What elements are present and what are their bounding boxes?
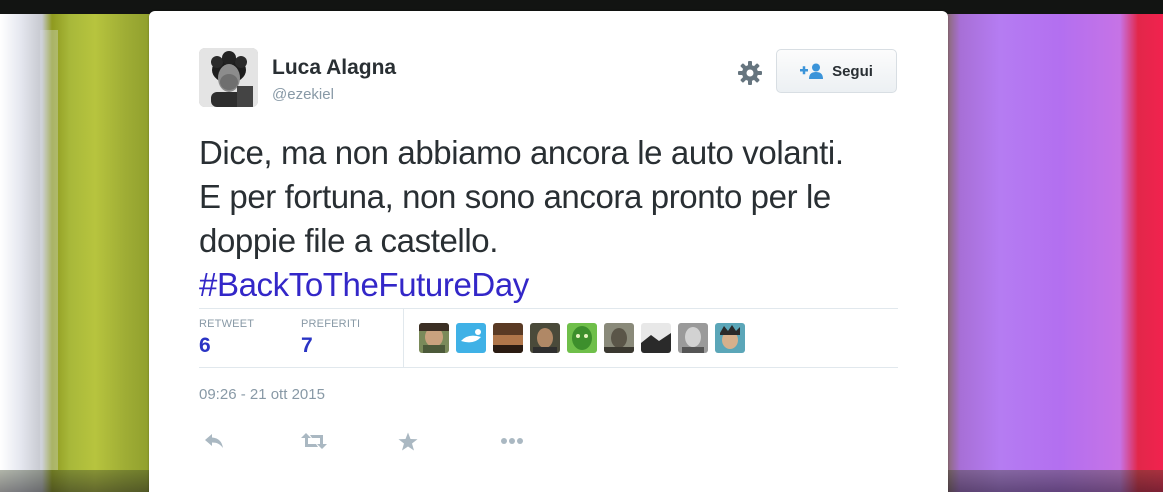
tweet-text-line: E per fortuna, non sono ancora pronto pe… (199, 178, 831, 215)
background-stripe (40, 30, 58, 470)
favoriter-avatar[interactable] (530, 323, 560, 353)
favoriter-avatar[interactable] (456, 323, 486, 353)
favoriter-avatar[interactable] (678, 323, 708, 353)
author-avatar-photo (199, 48, 258, 107)
retweet-stat-label: RETWEET (199, 318, 255, 330)
favoriter-avatar[interactable] (641, 323, 671, 353)
add-user-icon (800, 63, 824, 79)
tweet-card: Luca Alagna @ezekiel Segui Dice, ma non … (149, 11, 948, 492)
follow-button[interactable]: Segui (776, 49, 897, 93)
author-avatar[interactable] (199, 48, 258, 107)
favoriter-avatar[interactable] (567, 323, 597, 353)
more-icon[interactable] (497, 426, 527, 456)
favoriter-avatar[interactable] (493, 323, 523, 353)
retweet-stat[interactable]: RETWEET 6 (199, 318, 254, 358)
favorites-stat-count: 7 (301, 334, 313, 357)
hashtag-link[interactable]: #BackToTheFutureDay (199, 263, 929, 307)
favorites-stat[interactable]: PREFERITI 7 (301, 318, 360, 358)
favoriter-avatar[interactable] (715, 323, 745, 353)
favorites-stat-label: PREFERITI (301, 318, 361, 330)
tweet-text-line: Dice, ma non abbiamo ancora le auto vola… (199, 134, 844, 171)
tweet-text: Dice, ma non abbiamo ancora le auto vola… (199, 131, 929, 307)
star-icon[interactable] (393, 426, 423, 456)
author-name[interactable]: Luca Alagna (272, 56, 396, 80)
retweet-stat-count: 6 (199, 334, 211, 357)
retweet-icon[interactable] (299, 426, 329, 456)
favoriter-avatar[interactable] (604, 323, 634, 353)
reply-icon[interactable] (199, 426, 229, 456)
tweet-timestamp[interactable]: 09:26 - 21 ott 2015 (199, 386, 325, 403)
tweet-text-line: doppie file a castello. (199, 222, 498, 259)
stats-divider (403, 309, 404, 367)
follow-button-label: Segui (832, 62, 873, 80)
favoriter-avatar[interactable] (419, 323, 449, 353)
tweet-stats: RETWEET 6 PREFERITI 7 (199, 308, 898, 368)
author-handle[interactable]: @ezekiel (272, 86, 334, 103)
gear-icon[interactable] (737, 60, 763, 86)
